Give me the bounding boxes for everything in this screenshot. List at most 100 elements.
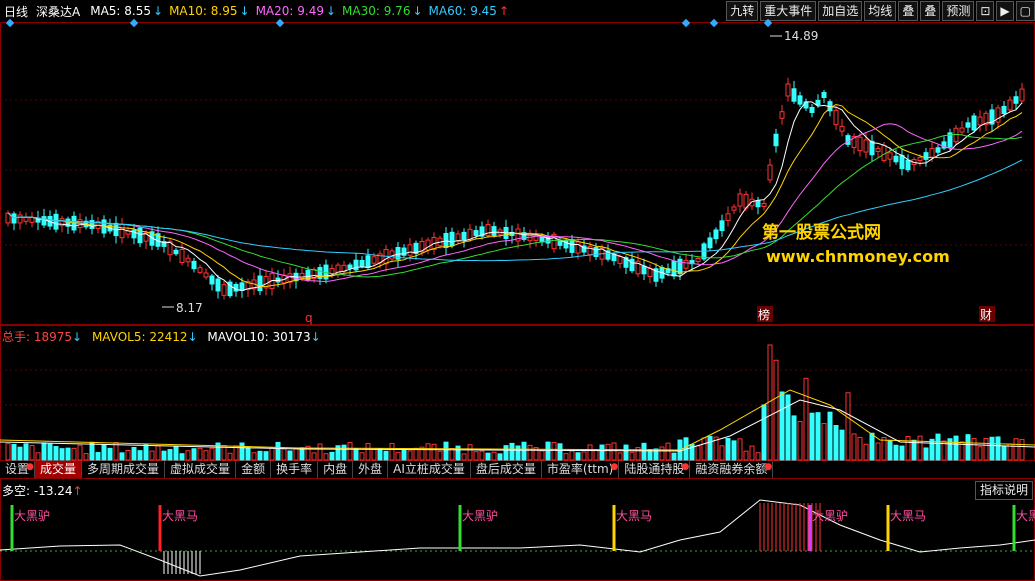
candle-body [617, 256, 623, 264]
candle-body [809, 106, 815, 114]
tab-item[interactable]: 陆股通持股 ● [619, 461, 691, 478]
candle-body [671, 260, 677, 277]
candle-body [575, 241, 581, 254]
volume-bar [425, 443, 431, 461]
volume-bar [347, 442, 353, 461]
volume-bar [671, 452, 677, 461]
candle-body [779, 111, 785, 119]
volume-bar [317, 443, 323, 461]
tab-item[interactable]: AI立桩成交量 [388, 461, 471, 478]
volume-bar [833, 425, 839, 461]
volume-value: 18975 [33, 330, 73, 344]
tab-label: 换手率 [276, 462, 313, 476]
candle-body [119, 223, 125, 239]
volume-bar [929, 438, 935, 461]
signal-label: 大黑驴 [462, 508, 498, 523]
dot-icon: ● [764, 462, 773, 472]
volume-bar [701, 437, 707, 461]
candle-body [1019, 88, 1025, 102]
volume-bar [935, 433, 941, 461]
candle-body [761, 202, 767, 208]
candle-body [845, 135, 851, 145]
volume-bar [797, 420, 803, 461]
volume-bar [785, 394, 791, 461]
volume-bar [407, 450, 413, 461]
tab-label: 陆股通持股 [624, 462, 685, 476]
tab-item[interactable]: 盘后成交量 [471, 461, 542, 478]
candle-body [917, 156, 923, 162]
volume-bar [311, 452, 317, 461]
tab-item[interactable]: 内盘 [318, 461, 354, 478]
volume-bar [755, 452, 761, 461]
volume-bar [119, 452, 125, 461]
tab-item[interactable]: 虚拟成交量 [165, 461, 237, 478]
volume-bar [35, 452, 41, 461]
candle-body [185, 257, 191, 263]
volume-bar [695, 445, 701, 461]
candle-body [731, 206, 737, 211]
candle-body [1013, 96, 1019, 104]
candle-body [791, 88, 797, 102]
volume-bar [17, 446, 23, 461]
tab-item[interactable]: 换手率 [271, 461, 319, 478]
volume-bar [395, 451, 401, 461]
volume-bar [329, 451, 335, 461]
volume-bar [491, 451, 497, 461]
indicator-header: 多空: -13.24↑ [2, 482, 83, 499]
signal-label: 大黑 [1016, 509, 1035, 523]
tab-label: 虚拟成交量 [170, 462, 231, 476]
volume-bar [887, 439, 893, 461]
volume-header: 总手: 18975↓ MAVOL5: 22412↓ MAVOL10: 30173… [2, 328, 321, 345]
candle-body [887, 152, 893, 160]
volume-bar [569, 450, 575, 461]
volume-bar [479, 450, 485, 461]
volume-bar [749, 445, 755, 461]
volume-bar [593, 449, 599, 461]
candle-body [371, 256, 377, 264]
volume-bar [515, 445, 521, 461]
candle-body [407, 244, 413, 256]
kline-chart[interactable]: 14.89 8.17 q 榜 财大黑驴 大黑马 大黑驴 大黑马 大黑驴 大黑马 大黑 [0, 0, 1035, 581]
tab-item[interactable]: 成交量 [35, 461, 83, 478]
tab-item[interactable]: 金额 [236, 461, 272, 478]
volume-bar [1019, 438, 1025, 461]
volume-bar [965, 434, 971, 461]
candle-body [257, 275, 263, 292]
candle-body [473, 230, 479, 236]
volume-bar [437, 450, 443, 461]
volume-bar [263, 451, 269, 461]
tab-item[interactable]: 外盘 [353, 461, 389, 478]
candle-body [863, 139, 869, 153]
event-diamond-icon [129, 18, 139, 28]
volume-bar [557, 443, 563, 461]
candle-body [611, 253, 617, 262]
signal-label: 大黑马 [616, 509, 652, 523]
volume-bar [65, 447, 71, 461]
arrow-down-icon: ↓ [72, 330, 83, 344]
indicator-help-button[interactable]: 指标说明 [974, 481, 1033, 500]
event-diamond-icon [763, 18, 773, 28]
tab-item[interactable]: 设置 ● [0, 461, 36, 478]
volume-bar [893, 444, 899, 461]
volume-bar [245, 447, 251, 461]
volume-bar [953, 435, 959, 461]
volume-bar [173, 446, 179, 461]
candle-body [839, 125, 845, 132]
volume-bar [527, 444, 533, 461]
event-diamond-icon [681, 18, 691, 28]
volume-bar [911, 439, 917, 461]
volume-bar [761, 404, 767, 461]
tab-item[interactable]: 多周期成交量 [82, 461, 166, 478]
tab-item[interactable]: 市盈率(ttm) ● [542, 461, 620, 478]
volume-bar [431, 443, 437, 461]
candle-body [875, 147, 881, 153]
candle-body [647, 268, 653, 277]
volume-bar [1013, 438, 1019, 461]
tab-item[interactable]: 融资融券余额 ● [690, 461, 774, 478]
signal-label: 大黑马 [162, 509, 198, 523]
volume-bar [599, 444, 605, 461]
volume-bar [665, 442, 671, 461]
marker-q: q [305, 311, 313, 325]
candle-body [641, 265, 647, 275]
mavol5-label: MAVOL5: 22412 [91, 330, 188, 344]
